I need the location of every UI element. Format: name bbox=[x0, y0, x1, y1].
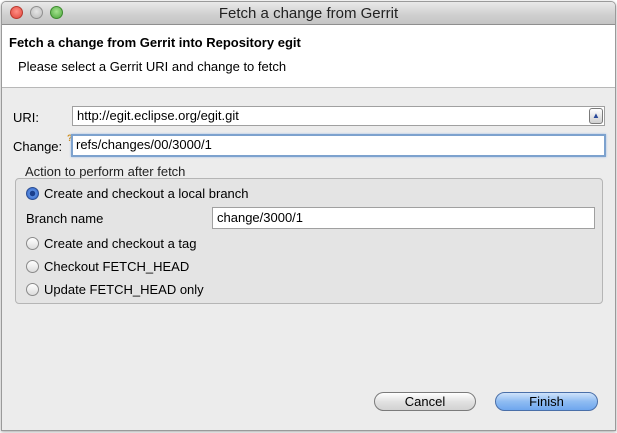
radio-label: Update FETCH_HEAD only bbox=[44, 282, 204, 297]
window-title: Fetch a change from Gerrit bbox=[218, 5, 399, 22]
radio-label: Create and checkout a tag bbox=[44, 236, 197, 251]
uri-combo[interactable]: http://egit.eclipse.org/egit.git ▲ bbox=[72, 106, 605, 126]
radio-unselected-icon[interactable] bbox=[26, 283, 39, 296]
change-label: Change: bbox=[13, 139, 63, 154]
branch-name-value: change/3000/1 bbox=[217, 210, 304, 225]
title-bar[interactable]: Fetch a change from Gerrit bbox=[2, 2, 615, 25]
finish-button[interactable]: Finish bbox=[495, 392, 598, 411]
uri-value: http://egit.eclipse.org/egit.git bbox=[77, 108, 239, 123]
branch-name-label: Branch name bbox=[26, 211, 104, 226]
header-title: Fetch a change from Gerrit into Reposito… bbox=[9, 35, 301, 50]
change-value: refs/changes/00/3000/1 bbox=[76, 137, 212, 152]
dialog-window: Fetch a change from Gerrit Fetch a chang… bbox=[1, 1, 616, 431]
uri-label: URI: bbox=[13, 110, 39, 125]
header-description: Please select a Gerrit URI and change to… bbox=[18, 59, 287, 74]
radio-label: Checkout FETCH_HEAD bbox=[44, 259, 190, 274]
radio-unselected-icon[interactable] bbox=[26, 260, 39, 273]
branch-name-field[interactable]: change/3000/1 bbox=[212, 207, 595, 229]
combo-dropdown-icon[interactable]: ▲ bbox=[589, 108, 603, 124]
cancel-button[interactable]: Cancel bbox=[374, 392, 476, 411]
radio-unselected-icon[interactable] bbox=[26, 237, 39, 250]
action-group-title: Action to perform after fetch bbox=[25, 164, 186, 179]
wizard-header: Fetch a change from Gerrit into Reposito… bbox=[2, 25, 615, 88]
radio-selected-icon[interactable] bbox=[26, 187, 39, 200]
radio-label: Create and checkout a local branch bbox=[44, 186, 249, 201]
change-field[interactable]: refs/changes/00/3000/1 bbox=[71, 134, 606, 157]
